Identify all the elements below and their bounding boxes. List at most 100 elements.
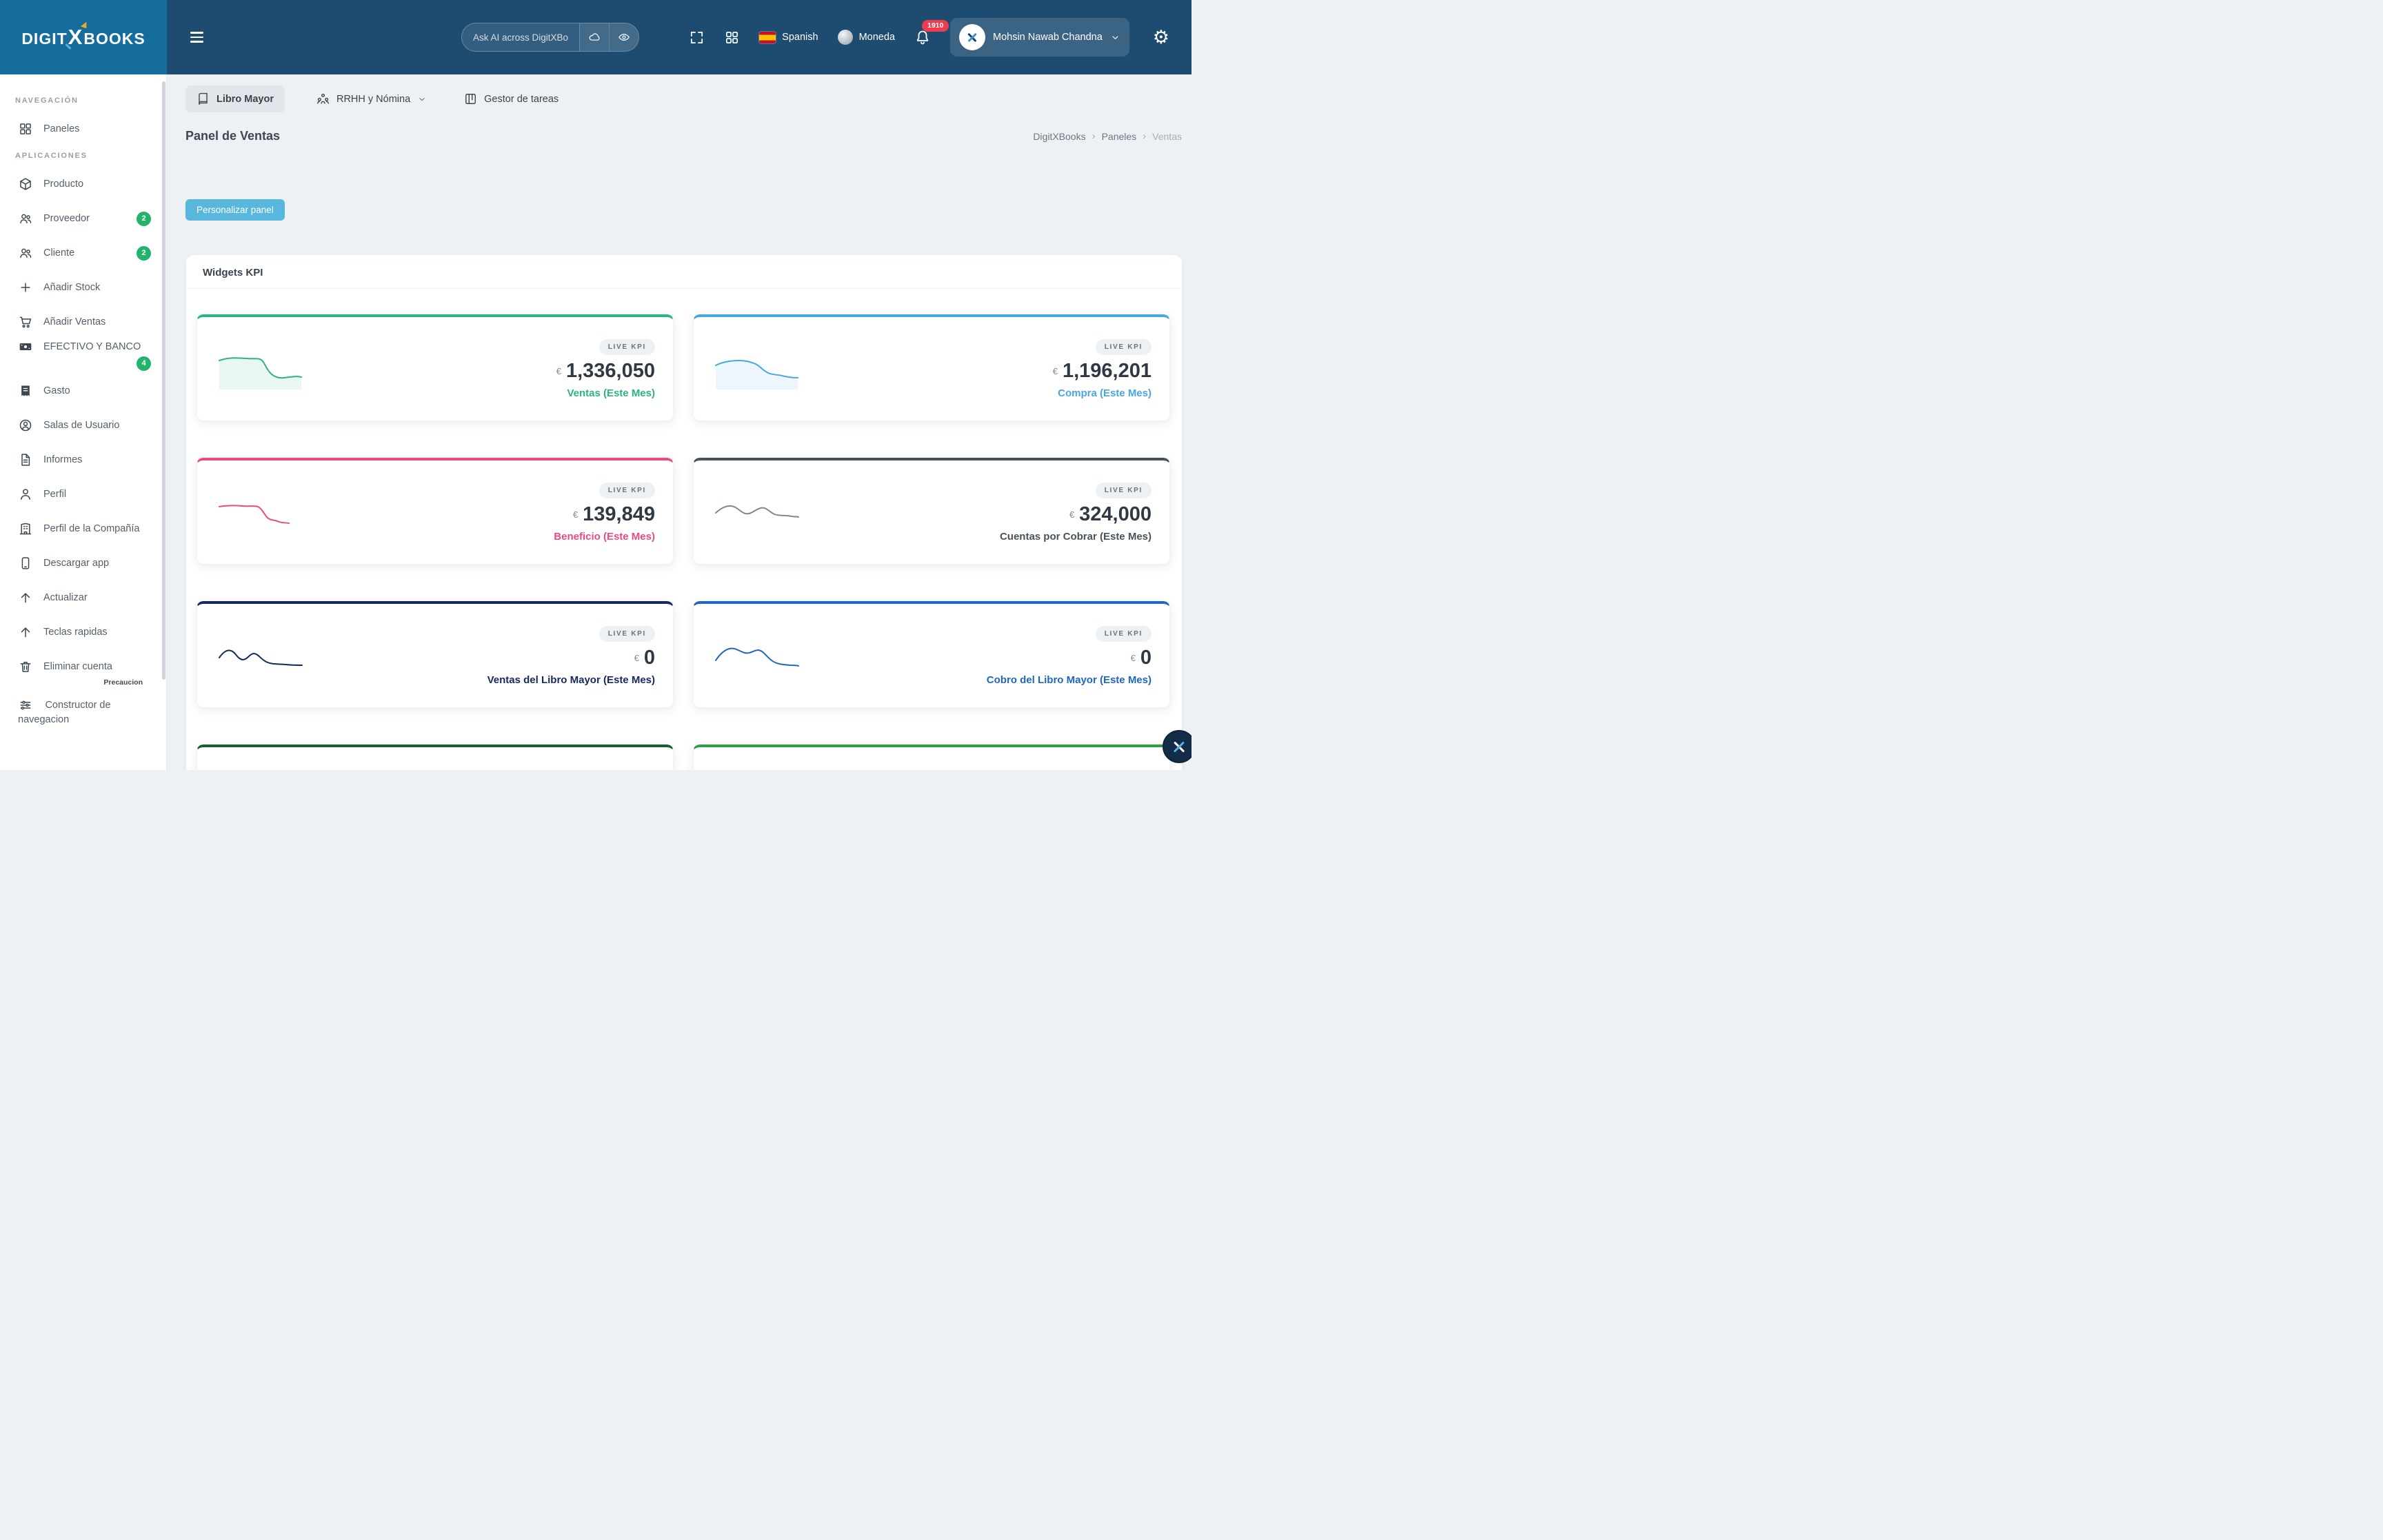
currency-symbol: € [1053, 366, 1058, 376]
breadcrumb-paneles[interactable]: Paneles [1102, 131, 1137, 142]
digitxbooks-logo[interactable]: DIGITXBOOKS [21, 25, 145, 50]
hamburger-menu-button[interactable] [188, 26, 206, 48]
breadcrumb: DigitXBooks › Paneles › Ventas [1033, 130, 1182, 142]
kpi-label: Beneficio (Este Mes) [554, 531, 655, 543]
ocr-scan-button[interactable] [579, 23, 609, 52]
bell-icon [914, 29, 931, 45]
building-icon [18, 521, 33, 536]
sparkline-chart [218, 347, 303, 391]
kpi-value: €1,336,050 [556, 361, 655, 381]
apps-grid-button[interactable] [724, 30, 740, 45]
sidebar-item-perfil[interactable]: Perfil [0, 477, 166, 511]
sparkline-chart [714, 347, 800, 391]
vision-button[interactable] [609, 23, 639, 52]
module-tabs: Libro Mayor RRHH y Nómina Gestor de tare… [167, 74, 1192, 112]
sidebar-item-descargar-app[interactable]: Descargar app [0, 546, 166, 580]
fullscreen-button[interactable] [689, 30, 705, 45]
settings-button[interactable]: ⚙ [1149, 28, 1174, 48]
notifications-button[interactable]: 1910 [914, 29, 931, 45]
user-menu[interactable]: Mohsin Nawab Chandna [950, 18, 1129, 57]
widgets-title: Widgets KPI [203, 267, 263, 278]
sidebar-item-label: Informes [43, 454, 82, 465]
sidebar-item-label: Teclas rapidas [43, 627, 108, 638]
sidebar-item-gasto[interactable]: Gasto [0, 374, 166, 408]
live-kpi-badge: LIVE KPI [1096, 626, 1152, 642]
sidebar-item-salas-de-usuario[interactable]: Salas de Usuario [0, 408, 166, 443]
user-name: Mohsin Nawab Chandna [993, 32, 1103, 43]
cash-icon [18, 339, 33, 354]
gear-icon: ⚙ [1153, 27, 1169, 48]
currency-symbol: € [573, 509, 578, 520]
spanish-flag-icon [759, 32, 776, 43]
notification-count-badge: 1910 [922, 20, 949, 32]
header-toolbar: Spanish Moneda 1910 Mohsin Nawab Chandna… [167, 0, 1192, 74]
live-kpi-badge: LIVE KPI [599, 626, 655, 642]
chevron-down-icon [1110, 32, 1120, 43]
kpi-number: 0 [1140, 647, 1152, 669]
live-kpi-badge: LIVE KPI [1096, 483, 1152, 498]
sidebar-item-perfil-compania[interactable]: Perfil de la Compañía [0, 511, 166, 546]
currency-selector[interactable]: Moneda [838, 30, 895, 45]
kpi-label: Compra (Este Mes) [1058, 387, 1152, 399]
count-badge: 2 [137, 212, 151, 226]
sidebar-item-anadir-stock[interactable]: Añadir Stock [0, 270, 166, 305]
tab-libro-mayor[interactable]: Libro Mayor [185, 85, 285, 112]
eye-icon [618, 31, 630, 43]
document-icon [18, 452, 33, 467]
kpi-value: €0 [1131, 648, 1152, 668]
kpi-card-7: LIVE KPI €-2,948,000 [197, 744, 674, 770]
cube-icon [18, 176, 33, 192]
sidebar-item-producto[interactable]: Producto [0, 167, 166, 201]
kpi-label: Ventas del Libro Mayor (Este Mes) [487, 674, 655, 686]
kpi-value: €0 [634, 648, 655, 668]
sidebar-item-label: Gasto [43, 385, 70, 396]
avatar [959, 24, 985, 50]
sidebar-item-label: Salas de Usuario [43, 420, 119, 431]
kpi-value: €139,849 [573, 505, 655, 525]
phone-icon [18, 556, 33, 571]
count-badge: 2 [137, 246, 151, 261]
sidebar-item-cliente[interactable]: Cliente 2 [0, 236, 166, 270]
grid-icon [18, 121, 33, 136]
sidebar-item-actualizar[interactable]: Actualizar [0, 580, 166, 615]
support-chat-button[interactable] [1163, 730, 1192, 763]
sidebar-item-paneles[interactable]: Paneles [0, 112, 166, 146]
widgets-header: Widgets KPI [186, 255, 1182, 289]
sidebar-section-applications: APLICACIONES [0, 146, 166, 167]
sidebar-item-label: Descargar app [43, 558, 109, 569]
sidebar-item-proveedor[interactable]: Proveedor 2 [0, 201, 166, 236]
header-right-cluster: Spanish Moneda 1910 Mohsin Nawab Chandna… [689, 18, 1174, 57]
arrow-up-icon [18, 590, 33, 605]
logo-text-left: DIGIT [21, 30, 67, 48]
sidebar-scrollbar[interactable] [162, 81, 165, 680]
sidebar-item-efectivo-y-banco[interactable]: EFECTIVO Y BANCO 4 [0, 339, 166, 374]
sidebar-item-informes[interactable]: Informes [0, 443, 166, 477]
logo-text-right: BOOKS [83, 30, 145, 48]
breadcrumb-digitxbooks[interactable]: DigitXBooks [1033, 131, 1085, 142]
breadcrumb-current: Ventas [1152, 131, 1182, 142]
receipt-icon [18, 383, 33, 398]
customize-panel-button[interactable]: Personalizar panel [185, 199, 285, 221]
arrow-up-icon [18, 625, 33, 640]
currency-symbol: € [556, 366, 561, 376]
sidebar-item-label: EFECTIVO Y BANCO [43, 341, 141, 352]
kpi-label: Cobro del Libro Mayor (Este Mes) [987, 674, 1152, 686]
sidebar-item-label: Cliente [43, 247, 74, 259]
org-people-icon [316, 92, 330, 105]
language-selector[interactable]: Spanish [759, 32, 818, 43]
tab-label: Gestor de tareas [484, 94, 559, 105]
ai-search-input[interactable] [462, 32, 579, 43]
tab-label: Libro Mayor [217, 94, 274, 105]
live-kpi-badge: LIVE KPI [599, 339, 655, 355]
tab-rrhh-nomina[interactable]: RRHH y Nómina [311, 85, 432, 112]
sidebar-item-teclas-rapidas[interactable]: Teclas rapidas [0, 615, 166, 649]
currency-symbol: € [634, 653, 639, 663]
kpi-card-8: LIVE KPI €250,000 [693, 744, 1170, 770]
live-kpi-badge: LIVE KPI [599, 483, 655, 498]
sidebar-item-constructor-navegacion[interactable]: Constructor de navegacion [0, 692, 166, 734]
sidebar-item-anadir-ventas[interactable]: Añadir Ventas [0, 305, 166, 339]
sparkline-chart [714, 490, 800, 534]
tab-gestor-tareas[interactable]: Gestor de tareas [459, 85, 564, 112]
sidebar-section-navigation: NAVEGACIÓN [0, 91, 166, 112]
sparkline-chart [218, 634, 303, 678]
